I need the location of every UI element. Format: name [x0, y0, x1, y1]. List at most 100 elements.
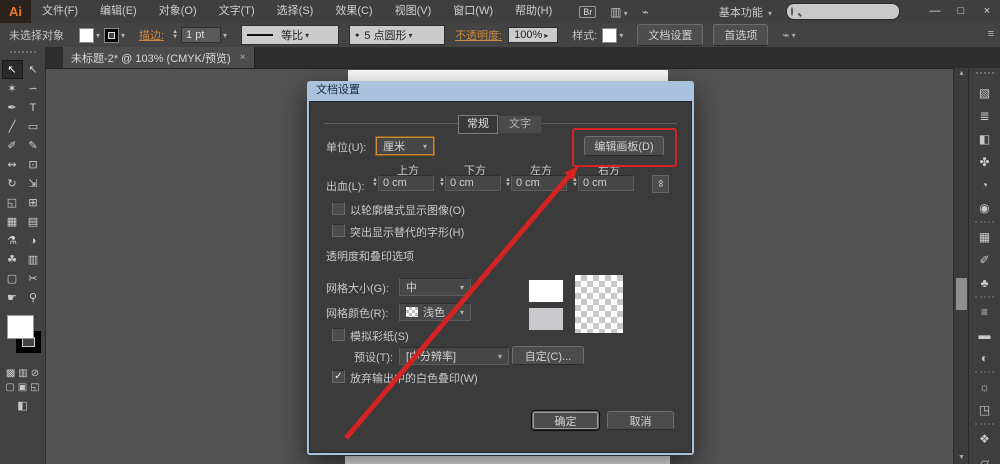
draw-inside-mode-button[interactable]: ◱ [30, 382, 39, 393]
search-input[interactable] [793, 5, 929, 19]
scroll-down-icon[interactable]: ▼ [954, 452, 969, 464]
menu-type[interactable]: 文字(T) [208, 0, 266, 23]
pathfinder-panel-icon[interactable]: ◧ [969, 127, 1000, 150]
chevron-down-icon[interactable]: ▾ [223, 31, 227, 40]
transform-panel-icon[interactable]: ▧ [969, 81, 1000, 104]
align-panel-icon[interactable]: ≣ [969, 104, 1000, 127]
symbol-sprayer-tool[interactable]: ☘ [2, 250, 23, 269]
scrollbar-thumb[interactable] [956, 278, 967, 310]
menu-help[interactable]: 帮助(H) [504, 0, 563, 23]
workspace-switcher[interactable]: 基本功能 ▾ [719, 4, 772, 20]
arrange-documents-icon[interactable]: ▥▾ [610, 5, 627, 19]
column-graph-tool[interactable]: ▥ [23, 250, 44, 269]
highlight-glyphs-checkbox[interactable] [332, 224, 345, 237]
screen-mode-button[interactable]: ◧ [0, 399, 45, 412]
opacity-field[interactable]: 100% ▸ [508, 27, 558, 43]
blend-tool[interactable]: ◑ [23, 231, 44, 250]
menu-edit[interactable]: 编辑(E) [89, 0, 148, 23]
bleed-left-input[interactable]: 0 cm [511, 175, 567, 191]
search-box[interactable] [786, 3, 900, 20]
direct-selection-tool[interactable]: ↖ [23, 60, 44, 79]
stroke-panel-icon[interactable]: ≡ [969, 300, 1000, 323]
preferences-button[interactable]: 首选项 [713, 24, 768, 46]
menu-window[interactable]: 窗口(W) [442, 0, 504, 23]
perspective-grid-tool[interactable]: ⊞ [23, 193, 44, 212]
type-tool[interactable]: T [23, 98, 44, 117]
menu-file[interactable]: 文件(F) [31, 0, 89, 23]
discard-white-overprint-label[interactable]: 放弃输出中的白色叠印(W) [350, 370, 478, 386]
transparency-panel-icon[interactable]: ◐ [969, 346, 1000, 369]
close-button[interactable]: × [974, 0, 1000, 23]
gradient-button[interactable]: ▥ [18, 368, 27, 379]
dock-grip[interactable] [976, 72, 994, 77]
color-guide-panel-icon[interactable]: ◔ [969, 173, 1000, 196]
scale-tool[interactable]: ⇲ [23, 174, 44, 193]
draw-behind-mode-button[interactable]: ▣ [18, 382, 27, 393]
artboards-panel-icon[interactable]: ▱ [969, 450, 1000, 464]
cancel-button[interactable]: 取消 [607, 411, 674, 430]
draw-normal-mode-button[interactable]: ▢ [5, 382, 14, 393]
simulate-paper-checkbox[interactable] [332, 328, 345, 341]
hand-tool[interactable]: ☛ [2, 288, 23, 307]
outline-mode-label[interactable]: 以轮廓模式显示图像(O) [350, 202, 465, 218]
menu-effect[interactable]: 效果(C) [324, 0, 383, 23]
grid-color-dropdown[interactable]: 浅色▾ [399, 303, 471, 321]
preset-dropdown[interactable]: [中分辨率]▾ [399, 347, 509, 365]
menu-select[interactable]: 选择(S) [266, 0, 325, 23]
brush-dropdown[interactable]: ● 5 点圆形 ▾ [349, 25, 445, 45]
custom-button[interactable]: 自定(C)... [512, 346, 584, 365]
grid-size-dropdown[interactable]: 中▾ [399, 278, 471, 296]
simulate-paper-label[interactable]: 模拟彩纸(S) [350, 328, 409, 344]
maximize-button[interactable]: □ [948, 0, 974, 23]
graphic-styles-panel-icon[interactable]: ◳ [969, 398, 1000, 421]
scroll-up-icon[interactable]: ▲ [954, 68, 969, 80]
slice-tool[interactable]: ✂ [23, 269, 44, 288]
stroke-panel-link[interactable]: 描边: [139, 27, 164, 43]
line-segment-tool[interactable]: ╱ [2, 117, 23, 136]
panel-grip[interactable] [10, 51, 36, 56]
appearance-panel-icon[interactable]: ☼ [969, 375, 1000, 398]
stroke-width-stepper[interactable]: ▲▼ [172, 30, 178, 40]
tab-general[interactable]: 常规 [458, 115, 498, 134]
cs-live-icon[interactable]: ⌁ [642, 5, 649, 19]
link-bleeds-icon[interactable]: ∞ [652, 175, 669, 193]
bleed-bottom-input[interactable]: 0 cm [445, 175, 501, 191]
brushes-panel-icon[interactable]: ✐ [969, 248, 1000, 271]
minimize-button[interactable]: — [922, 0, 948, 23]
layers-panel-icon[interactable]: ❖ [969, 427, 1000, 450]
rotate-tool[interactable]: ↻ [2, 174, 23, 193]
vertical-scrollbar[interactable]: ▲ ▼ [953, 68, 969, 464]
pen-tool[interactable]: ✒ [2, 98, 23, 117]
magic-wand-tool[interactable]: ✶ [2, 79, 23, 98]
style-swatch[interactable] [602, 28, 617, 43]
document-setup-button[interactable]: 文档设置 [637, 24, 703, 46]
width-tool[interactable]: ↭ [2, 155, 23, 174]
navigator-panel-icon[interactable]: ◉ [969, 196, 1000, 219]
panel-list-icon[interactable]: ≡ [988, 28, 994, 40]
fill-color-swatch[interactable] [79, 28, 94, 43]
shape-builder-tool[interactable]: ◱ [2, 193, 23, 212]
mesh-tool[interactable]: ▦ [2, 212, 23, 231]
selection-tool[interactable]: ↖ [2, 60, 23, 79]
outline-mode-checkbox[interactable] [332, 202, 345, 215]
swatches-panel-icon[interactable]: ▦ [969, 225, 1000, 248]
dialog-title[interactable]: 文档设置 [307, 81, 694, 100]
free-transform-tool[interactable]: ⊡ [23, 155, 44, 174]
rectangle-tool[interactable]: ▭ [23, 117, 44, 136]
sync-disabled-icon[interactable]: ⌁ [782, 28, 789, 42]
artboard-tool[interactable]: ▢ [2, 269, 23, 288]
chevron-down-icon[interactable]: ▾ [121, 31, 125, 40]
color-button[interactable]: ▩ [6, 368, 15, 379]
none-button[interactable]: ⊘ [31, 368, 39, 379]
bleed-top-input[interactable]: 0 cm [378, 175, 434, 191]
symbols-panel-icon[interactable]: ♣ [969, 271, 1000, 294]
opacity-panel-link[interactable]: 不透明度: [455, 27, 502, 43]
stroke-color-swatch[interactable] [104, 28, 119, 43]
menu-view[interactable]: 视图(V) [384, 0, 443, 23]
zoom-tool[interactable]: ⚲ [23, 288, 44, 307]
discard-white-overprint-checkbox[interactable]: ✓ [332, 370, 345, 383]
bleed-right-input[interactable]: 0 cm [578, 175, 634, 191]
tab-type[interactable]: 文字 [498, 115, 542, 134]
chevron-down-icon[interactable]: ▾ [792, 31, 796, 40]
menu-object[interactable]: 对象(O) [148, 0, 208, 23]
